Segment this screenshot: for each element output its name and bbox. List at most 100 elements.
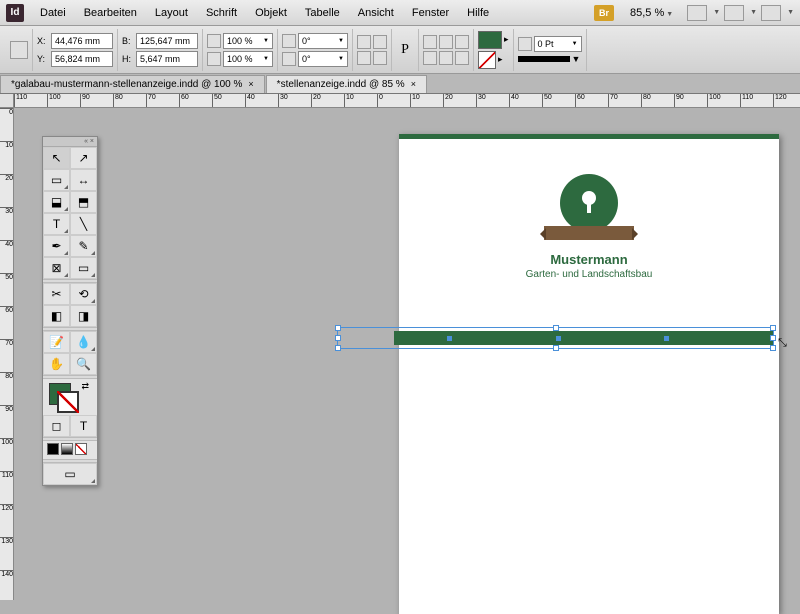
note-tool[interactable]: 📝	[43, 331, 70, 353]
pencil-tool[interactable]: ✎	[70, 235, 97, 257]
scale-x-field[interactable]: 100 %▼	[223, 33, 273, 49]
flip-h-icon[interactable]	[373, 35, 387, 49]
content-placer-tool[interactable]: ⬒	[70, 191, 97, 213]
selected-rectangle[interactable]	[394, 331, 774, 345]
menu-datei[interactable]: Datei	[32, 5, 74, 21]
stroke-style[interactable]	[518, 56, 570, 62]
shear-field[interactable]: 0°▼	[298, 51, 348, 67]
bridge-icon[interactable]: Br	[594, 5, 614, 21]
fill-swatch[interactable]	[478, 31, 502, 49]
page-top-bar	[399, 134, 779, 139]
direct-selection-tool[interactable]: ↗	[70, 147, 97, 169]
format-text-icon[interactable]: T	[70, 415, 97, 437]
content-collector-tool[interactable]: ⬓	[43, 191, 70, 213]
gradient-feather-tool[interactable]: ◨	[70, 305, 97, 327]
wrap6-icon[interactable]	[455, 51, 469, 65]
scale-y-icon	[207, 52, 221, 66]
menu-bearbeiten[interactable]: Bearbeiten	[76, 5, 145, 21]
arrange-icon[interactable]	[724, 5, 744, 21]
workspace: 1101009080706050403020100102030405060708…	[0, 94, 800, 600]
menu-objekt[interactable]: Objekt	[247, 5, 295, 21]
rotate-field[interactable]: 0°▼	[298, 33, 348, 49]
rotate-icon	[282, 34, 296, 48]
line-tool[interactable]: ╲	[70, 213, 97, 235]
logo-circle	[560, 174, 618, 232]
rectangle-frame-tool[interactable]: ⊠	[43, 257, 70, 279]
page[interactable]: Mustermann Garten- und Landschaftsbau ⤡	[399, 134, 779, 614]
handle-br[interactable]	[770, 345, 776, 351]
handle-bl[interactable]	[335, 345, 341, 351]
canvas[interactable]: Mustermann Garten- und Landschaftsbau ⤡ …	[14, 108, 800, 600]
menu-schrift[interactable]: Schrift	[198, 5, 245, 21]
scale-x-icon	[207, 34, 221, 48]
wrap5-icon[interactable]	[439, 51, 453, 65]
menu-ansicht[interactable]: Ansicht	[350, 5, 402, 21]
tab-1[interactable]: *stellenanzeige.indd @ 85 %×	[266, 75, 427, 93]
tab-0[interactable]: *galabau-mustermann-stellenanzeige.indd …	[0, 75, 265, 93]
horizontal-ruler[interactable]: 1101009080706050403020100102030405060708…	[14, 94, 800, 108]
apply-none[interactable]	[75, 443, 87, 455]
selection-tool[interactable]: ↖	[43, 147, 70, 169]
page-tool[interactable]: ▭	[43, 169, 70, 191]
reference-point[interactable]	[6, 29, 33, 71]
panel-header[interactable]: « ×	[43, 137, 97, 147]
workspace-icon[interactable]	[761, 5, 781, 21]
stroke-color[interactable]	[57, 391, 79, 413]
ruler-origin[interactable]	[0, 94, 14, 108]
apply-color-row	[43, 441, 97, 459]
menu-tabelle[interactable]: Tabelle	[297, 5, 348, 21]
close-icon[interactable]: ×	[248, 79, 253, 89]
flip-v-icon[interactable]	[373, 51, 387, 65]
type-tool[interactable]: T	[43, 213, 70, 235]
vertical-ruler[interactable]: 0102030405060708090100110120130140	[0, 108, 14, 600]
paragraph-icon[interactable]: P	[396, 41, 414, 59]
stroke-weight-field[interactable]: 0 Pt▼	[534, 36, 582, 52]
wrap3-icon[interactable]	[455, 35, 469, 49]
menu-hilfe[interactable]: Hilfe	[459, 5, 497, 21]
x-field[interactable]	[51, 33, 113, 49]
stroke-swatch[interactable]	[478, 51, 496, 69]
close-icon[interactable]: ×	[411, 79, 416, 89]
format-container-icon[interactable]: ◻	[43, 415, 70, 437]
hand-tool[interactable]: ✋	[43, 353, 70, 375]
handle-tl[interactable]	[335, 325, 341, 331]
screen-mode-icon[interactable]	[687, 5, 707, 21]
swap-icon[interactable]: ⇄	[81, 381, 89, 392]
resize-cursor-icon: ⤡	[778, 337, 787, 350]
rotate-ccw-icon[interactable]	[357, 35, 371, 49]
shear-icon	[282, 52, 296, 66]
pen-tool[interactable]: ✒	[43, 235, 70, 257]
doc-subtitle: Garten- und Landschaftsbau	[399, 269, 779, 280]
view-mode[interactable]: ▭	[43, 463, 97, 485]
rotate-cw-icon[interactable]	[357, 51, 371, 65]
gradient-swatch-tool[interactable]: ◧	[43, 305, 70, 327]
wrap-icon[interactable]	[423, 35, 437, 49]
menu-bar: Id Datei Bearbeiten Layout Schrift Objek…	[0, 0, 800, 26]
rectangle-tool[interactable]: ▭	[70, 257, 97, 279]
document-tabs: *galabau-mustermann-stellenanzeige.indd …	[0, 74, 800, 94]
tools-panel[interactable]: « × ↖ ↗ ▭ ↔ ⬓ ⬒ T ╲ ✒ ✎ ⊠ ▭ ✂ ⟲ ◧ ◨ 📝	[42, 136, 98, 486]
width-field[interactable]	[136, 33, 198, 49]
apply-color[interactable]	[47, 443, 59, 455]
handle-bm[interactable]	[553, 345, 559, 351]
app-icon: Id	[6, 4, 24, 22]
menu-layout[interactable]: Layout	[147, 5, 196, 21]
wrap4-icon[interactable]	[423, 51, 437, 65]
y-field[interactable]	[51, 51, 113, 67]
zoom-level[interactable]: 85,5 %▼	[624, 5, 679, 21]
fill-stroke-swatches[interactable]: ⇄	[43, 379, 97, 415]
zoom-tool[interactable]: 🔍	[70, 353, 97, 375]
gap-tool[interactable]: ↔	[70, 169, 97, 191]
wrap2-icon[interactable]	[439, 35, 453, 49]
eyedropper-tool[interactable]: 💧	[70, 331, 97, 353]
stroke-weight-icon	[518, 37, 532, 51]
logo-ribbon	[544, 226, 634, 240]
menu-fenster[interactable]: Fenster	[404, 5, 457, 21]
handle-ml[interactable]	[335, 335, 341, 341]
height-field[interactable]	[136, 51, 198, 67]
transform-tool[interactable]: ⟲	[70, 283, 97, 305]
scale-y-field[interactable]: 100 %▼	[223, 51, 273, 67]
control-bar: X: Y: B: H: 100 %▼ 100 %▼ 0°▼ 0°▼ P ▸ ▸ …	[0, 26, 800, 74]
scissors-tool[interactable]: ✂	[43, 283, 70, 305]
apply-gradient[interactable]	[61, 443, 73, 455]
